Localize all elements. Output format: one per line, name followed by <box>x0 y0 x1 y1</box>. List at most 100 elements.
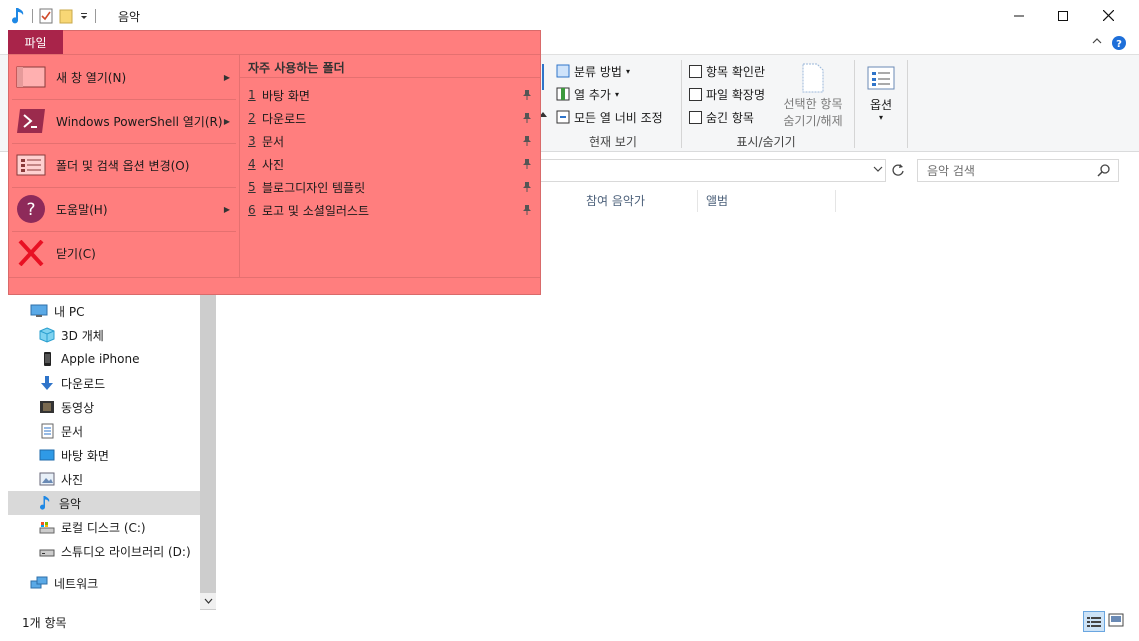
search-placeholder: 음악 검색 <box>927 164 975 178</box>
pin-icon[interactable] <box>522 89 532 101</box>
frequent-folder-item[interactable]: 2 다운로드 <box>248 107 538 129</box>
nav-item-studio-library[interactable]: 스튜디오 라이브러리 (D:) <box>8 539 200 563</box>
pin-icon[interactable] <box>522 204 532 216</box>
pictures-icon <box>39 472 55 486</box>
column-header-contributing-artists[interactable]: 참여 음악가 <box>578 190 698 212</box>
menu-divider <box>9 277 540 278</box>
nav-item-label: 네트워크 <box>54 576 99 591</box>
minimize-button[interactable] <box>996 0 1042 31</box>
nav-item-label: 내 PC <box>54 304 85 319</box>
title-bar <box>0 0 1139 31</box>
sort-by-button[interactable]: 분류 방법 ▾ <box>556 61 630 81</box>
add-column-button[interactable]: 열 추가 ▾ <box>556 84 619 104</box>
video-icon <box>39 399 55 415</box>
large-icons-view-button[interactable] <box>1108 613 1124 627</box>
frequent-folder-item[interactable]: 1 바탕 화면 <box>248 84 538 106</box>
checkbox[interactable] <box>689 64 702 78</box>
frequent-folder-item[interactable]: 4 사진 <box>248 153 538 175</box>
menu-item-new-window[interactable]: 새 창 열기(N) ▶ <box>8 55 238 99</box>
chevron-down-icon: ▾ <box>878 113 883 122</box>
nav-item-pictures[interactable]: 사진 <box>8 467 200 491</box>
new-folder-icon[interactable] <box>59 8 73 24</box>
menu-item-help[interactable]: ? 도움말(H) ▶ <box>8 187 238 231</box>
help-circle-icon: ? <box>16 194 46 224</box>
iphone-icon <box>39 351 55 367</box>
close-button[interactable] <box>1085 0 1131 31</box>
menu-item-label: 새 창 열기(N) <box>56 70 127 85</box>
access-key: 2 <box>248 111 256 125</box>
refresh-icon[interactable] <box>891 162 905 178</box>
pin-icon[interactable] <box>522 135 532 147</box>
show-hide-group-label: 표시/숨기기 <box>736 135 796 149</box>
new-window-icon <box>16 66 46 88</box>
properties-icon[interactable] <box>39 8 53 24</box>
scroll-down-button[interactable] <box>200 593 216 609</box>
nav-scrollbar[interactable] <box>200 295 216 610</box>
nav-item-apple-iphone[interactable]: Apple iPhone <box>8 347 200 371</box>
nav-item-local-disk[interactable]: 로컬 디스크 (C:) <box>8 515 200 539</box>
file-tab[interactable]: 파일 <box>8 30 63 54</box>
folder-label: 블로그디자인 템플릿 <box>262 180 366 195</box>
hidden-items-toggle[interactable]: 숨긴 항목 <box>689 107 754 127</box>
nav-item-this-pc[interactable]: 내 PC <box>8 299 200 323</box>
collapse-ribbon-icon[interactable] <box>1092 37 1102 45</box>
add-column-icon <box>556 87 570 101</box>
item-checkboxes-label: 항목 확인란 <box>706 64 766 79</box>
nav-item-videos[interactable]: 동영상 <box>8 395 200 419</box>
drive-icon <box>39 544 55 558</box>
hide-selected-line2: 숨기기/해제 <box>783 114 843 128</box>
options-button[interactable]: 옵션 ▾ <box>862 66 900 122</box>
search-icon[interactable] <box>1097 163 1111 177</box>
hide-selected-line1: 선택한 항목 <box>783 97 843 111</box>
fit-columns-icon <box>556 110 570 124</box>
nav-item-network[interactable]: 네트워크 <box>8 571 200 595</box>
help-icon[interactable]: ? <box>1112 36 1126 50</box>
details-view-button[interactable] <box>1083 611 1105 632</box>
frequent-folder-item[interactable]: 3 문서 <box>248 130 538 152</box>
submenu-arrow-icon: ▶ <box>223 116 230 126</box>
maximize-button[interactable] <box>1040 0 1086 31</box>
svg-text:?: ? <box>1116 39 1122 50</box>
pin-icon[interactable] <box>522 112 532 124</box>
fit-columns-button[interactable]: 모든 열 너비 조정 <box>556 107 663 127</box>
item-checkboxes-toggle[interactable]: 항목 확인란 <box>689 61 765 81</box>
3d-objects-icon <box>39 327 55 343</box>
file-tab-label: 파일 <box>24 35 47 50</box>
column-header-album[interactable]: 앨범 <box>698 190 836 212</box>
desktop-icon <box>39 448 55 462</box>
close-icon <box>1102 10 1114 21</box>
nav-item-downloads[interactable]: 다운로드 <box>8 371 200 395</box>
folder-label: 바탕 화면 <box>262 88 310 103</box>
frequent-folder-item[interactable]: 5 블로그디자인 템플릿 <box>248 176 538 198</box>
add-column-label: 열 추가 <box>574 87 611 102</box>
customize-qat-icon[interactable] <box>79 10 89 22</box>
nav-item-label: 동영상 <box>61 400 95 415</box>
folder-label: 사진 <box>262 157 285 172</box>
menu-item-open-powershell[interactable]: Windows PowerShell 열기(R) ▶ <box>8 99 238 143</box>
menu-item-label: 닫기(C) <box>56 246 96 261</box>
ribbon-group-divider <box>681 60 682 148</box>
nav-item-3d-objects[interactable]: 3D 개체 <box>8 323 200 347</box>
column-header-label: 참여 음악가 <box>586 194 646 208</box>
column-header-label: 앨범 <box>706 194 729 208</box>
nav-item-label: 바탕 화면 <box>61 448 109 463</box>
frequent-folder-item[interactable]: 6 로고 및 소셜일러스트 <box>248 199 538 221</box>
nav-item-documents[interactable]: 문서 <box>8 419 200 443</box>
chevron-down-icon <box>204 598 213 604</box>
file-extensions-label: 파일 확장명 <box>706 87 766 102</box>
nav-item-music[interactable]: 음악 <box>8 491 200 515</box>
download-icon <box>39 375 55 391</box>
menu-item-folder-options[interactable]: 폴더 및 검색 옵션 변경(O) <box>8 143 238 187</box>
checkbox[interactable] <box>689 87 702 101</box>
details-view-icon <box>1087 616 1101 628</box>
file-extensions-toggle[interactable]: 파일 확장명 <box>689 84 765 104</box>
nav-item-desktop[interactable]: 바탕 화면 <box>8 443 200 467</box>
pin-icon[interactable] <box>522 181 532 193</box>
checkbox[interactable] <box>689 110 702 124</box>
pin-icon[interactable] <box>522 158 532 170</box>
window-title: 음악 <box>118 10 141 24</box>
menu-item-close[interactable]: 닫기(C) <box>8 231 238 275</box>
hide-selected-button[interactable]: 선택한 항목 숨기기/해제 <box>778 63 848 129</box>
address-dropdown-icon[interactable] <box>873 165 883 173</box>
local-disk-icon <box>39 520 55 534</box>
